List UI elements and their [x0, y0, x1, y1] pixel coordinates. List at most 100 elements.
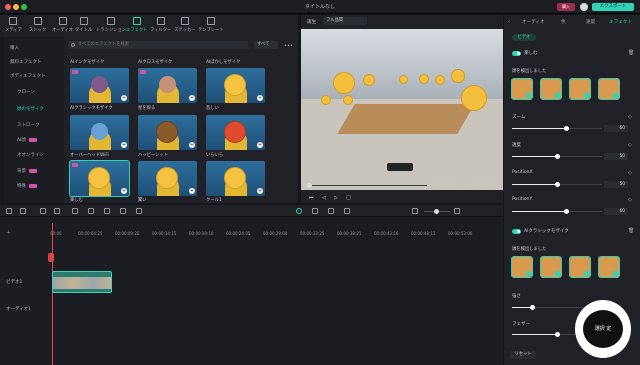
pointer-icon[interactable] [20, 208, 26, 214]
avatar[interactable] [580, 3, 588, 11]
tab-audio[interactable]: オーディオ [52, 17, 73, 33]
tab-stock[interactable]: ストック [29, 17, 46, 33]
positionx-value[interactable]: 50 [604, 181, 628, 188]
layout-icon[interactable] [6, 208, 12, 214]
sidebar-item-neon-line[interactable]: ネオンライン [17, 152, 44, 158]
scrub-bar[interactable] [307, 183, 427, 188]
face-thumb[interactable] [540, 256, 562, 278]
search-input[interactable]: すべてのエフェクトを検索 [68, 41, 248, 49]
scrub-knob[interactable] [307, 183, 312, 188]
stop-icon[interactable]: □ [346, 195, 351, 201]
effect-card[interactable]: + [70, 115, 129, 150]
zoom-slider[interactable] [424, 209, 450, 214]
export-button[interactable]: エクスポート [592, 3, 634, 11]
keyframe-icon[interactable]: ◇ [628, 197, 632, 203]
undo-icon[interactable] [40, 208, 46, 214]
face-thumb[interactable] [569, 256, 591, 278]
face-thumb[interactable] [598, 256, 620, 278]
add-icon[interactable]: + [121, 188, 127, 194]
slider-knob[interactable] [555, 154, 560, 159]
tab-transition[interactable]: トランジション [96, 17, 126, 33]
face-thumb[interactable] [511, 256, 533, 278]
add-icon[interactable]: + [189, 95, 195, 101]
video-clip[interactable] [52, 271, 112, 293]
ai-icon[interactable] [296, 208, 302, 214]
positiony-value[interactable]: 60 [604, 208, 628, 215]
delete-icon[interactable] [72, 208, 78, 214]
zoom-out-icon[interactable] [412, 208, 418, 214]
keyframe-icon[interactable]: ◇ [628, 114, 632, 120]
opacity-value[interactable]: 50 [604, 153, 628, 160]
effect-card[interactable]: + [206, 161, 265, 196]
effect-card[interactable]: + [138, 161, 197, 196]
cut-icon[interactable] [88, 208, 94, 214]
tab-speed[interactable]: 速度 [586, 19, 595, 25]
zoom-in-icon[interactable] [454, 208, 460, 214]
zoom-knob[interactable] [434, 209, 439, 214]
positionx-slider[interactable] [512, 182, 602, 187]
add-icon[interactable]: + [121, 142, 127, 148]
tab-sticker[interactable]: ステッカー [174, 17, 195, 33]
opacity-slider[interactable] [512, 154, 602, 159]
slider-knob[interactable] [555, 182, 560, 187]
add-icon[interactable]: + [257, 142, 263, 148]
tab-color[interactable]: 色 [561, 19, 566, 25]
crop-icon[interactable] [104, 208, 110, 214]
face-thumb[interactable] [569, 78, 591, 100]
tab-audio[interactable]: オーディオ [522, 19, 545, 25]
add-icon[interactable]: + [257, 188, 263, 194]
tab-template[interactable]: テンプレート [198, 17, 224, 33]
effect-card-selected[interactable]: + [69, 160, 130, 197]
slider-knob[interactable] [555, 332, 560, 337]
tab-filter[interactable]: フィルター [150, 17, 171, 33]
more-icon[interactable]: ••• [284, 43, 293, 49]
add-icon[interactable]: + [189, 142, 195, 148]
back-icon[interactable]: ‹ [508, 19, 510, 25]
effect-toggle[interactable] [512, 51, 521, 56]
marker-icon[interactable] [48, 253, 54, 262]
keyframe-icon[interactable]: ◇ [628, 170, 632, 176]
sidebar-item-stroke[interactable]: ストローク [17, 122, 40, 128]
add-icon[interactable]: + [257, 95, 263, 101]
playhead[interactable] [52, 223, 53, 365]
delete-icon[interactable]: 🗑 [628, 228, 634, 234]
zoom-slider[interactable] [512, 126, 602, 131]
reset-button[interactable]: リセット [510, 351, 536, 359]
slider-knob[interactable] [564, 126, 569, 131]
tab-effects[interactable]: エフェクト [126, 17, 147, 33]
redo-icon[interactable] [54, 208, 60, 214]
timeline-ruler[interactable]: 00:00 00:00:04:25 00:00:09:20 00:00:14:1… [50, 227, 503, 239]
sidebar-item-free[interactable]: 無料エフェクト [10, 59, 42, 65]
effect-card[interactable]: + [138, 68, 197, 103]
text-icon[interactable] [120, 208, 126, 214]
sidebar-item-background[interactable]: 背景 [17, 168, 37, 174]
effect-toggle[interactable] [512, 229, 521, 234]
record-icon[interactable] [312, 208, 318, 214]
add-track-icon[interactable]: ＋ [6, 229, 11, 236]
tab-media[interactable]: メディア [5, 17, 22, 33]
effect-card[interactable]: + [206, 68, 265, 103]
effect-card[interactable]: + [138, 115, 197, 150]
sidebar-item-special[interactable]: 特殊 [17, 183, 37, 189]
step-back-icon[interactable]: ◁ [322, 195, 326, 201]
filter-dropdown[interactable]: すべて [254, 41, 278, 49]
tab-effects[interactable]: エフェクト [609, 19, 632, 25]
tab-title[interactable]: タイトル [75, 17, 92, 33]
add-icon[interactable]: + [189, 188, 195, 194]
buy-button[interactable]: 購入 [557, 3, 575, 11]
sidebar-item-ai-face[interactable]: AI顔 [17, 137, 37, 143]
zoom-value[interactable]: 60 [604, 125, 628, 132]
shield-icon[interactable] [328, 208, 334, 214]
sidebar-item-body-effects[interactable]: ボディエフェクト [10, 73, 46, 79]
positiony-slider[interactable] [512, 209, 602, 214]
quality-dropdown[interactable]: フル品質 [323, 17, 367, 25]
play-icon[interactable]: ▷ [334, 195, 338, 201]
face-thumb[interactable] [598, 78, 620, 100]
sidebar-item-purchased[interactable]: 購入 [10, 45, 19, 51]
sidebar-item-clone[interactable]: クローン [17, 89, 35, 95]
prev-frame-icon[interactable]: ⏮ [309, 195, 314, 201]
add-icon[interactable]: + [121, 95, 127, 101]
effect-card[interactable]: + [70, 68, 129, 103]
mic-icon[interactable] [344, 208, 350, 214]
keyframe-icon[interactable]: ◇ [628, 142, 632, 148]
